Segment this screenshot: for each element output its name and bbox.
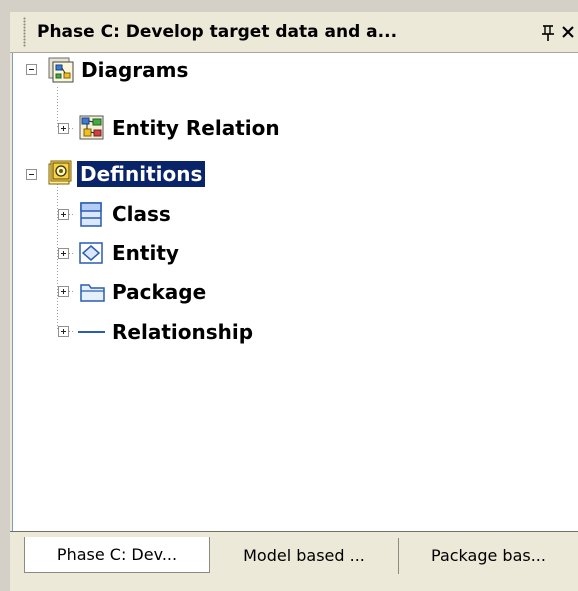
- tree-node-label: Package: [112, 280, 207, 304]
- relationship-line-icon: [78, 331, 105, 333]
- class-icon: [80, 202, 102, 227]
- close-icon[interactable]: [561, 23, 575, 41]
- tree-node-label: Entity: [112, 241, 179, 265]
- expand-toggle-icon[interactable]: [58, 286, 69, 297]
- tree-node-label: Relationship: [112, 320, 254, 344]
- pin-icon[interactable]: [541, 22, 555, 42]
- panel-titlebar[interactable]: Phase C: Develop target data and a...: [10, 12, 578, 53]
- panel-tab-strip: Phase C: Dev... Model based ... Package …: [10, 531, 578, 591]
- expand-toggle-icon[interactable]: [58, 248, 69, 259]
- tool-panel: Phase C: Develop target data and a... Di…: [10, 12, 578, 591]
- tab-package-based[interactable]: Package bas...: [399, 538, 578, 574]
- tree-node-label: Definitions: [77, 161, 206, 187]
- expand-toggle-icon[interactable]: [58, 326, 69, 337]
- definitions-folder-icon: [48, 160, 72, 185]
- tree-node-label: Class: [112, 202, 171, 226]
- expand-toggle-icon[interactable]: [58, 123, 69, 134]
- model-tree[interactable]: Diagrams Entity Relation Definitions Cla…: [12, 53, 578, 531]
- drag-grip-icon[interactable]: [23, 17, 26, 47]
- tree-node-label: Entity Relation: [112, 116, 280, 140]
- tree-node-label: Diagrams: [81, 58, 189, 82]
- entity-icon: [79, 242, 103, 264]
- panel-title: Phase C: Develop target data and a...: [37, 22, 398, 42]
- entity-relation-diagram-icon: [79, 115, 104, 140]
- diagrams-folder-icon: [48, 57, 74, 83]
- collapse-toggle-icon[interactable]: [26, 169, 37, 180]
- expand-toggle-icon[interactable]: [58, 209, 69, 220]
- tab-model-based[interactable]: Model based ...: [210, 538, 399, 574]
- collapse-toggle-icon[interactable]: [26, 64, 37, 75]
- tab-phase-c[interactable]: Phase C: Dev...: [24, 537, 210, 573]
- package-folder-icon: [80, 284, 105, 302]
